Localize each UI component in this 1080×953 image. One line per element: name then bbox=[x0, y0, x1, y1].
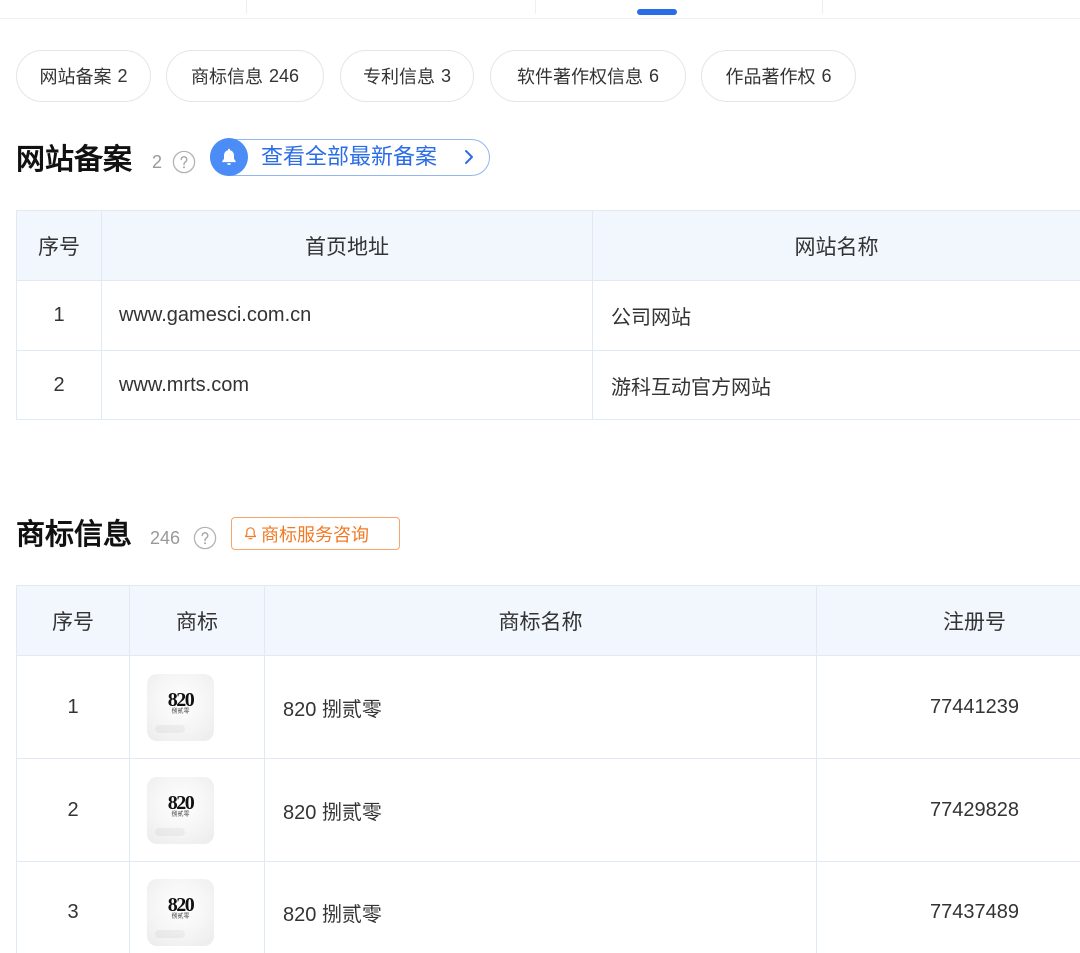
row-logo-cell: 820 捌贰零 bbox=[130, 759, 265, 861]
consult-label: 商标服务咨询 bbox=[261, 524, 369, 545]
trademark-consult-button[interactable]: 商标服务咨询 bbox=[231, 517, 400, 550]
chip-count: 246 bbox=[268, 65, 300, 86]
filter-chip-patent[interactable]: 专利信息 3 bbox=[340, 50, 474, 102]
row-reg-no: 77437489 bbox=[930, 900, 1019, 923]
filter-chip-software-copyright[interactable]: 软件著作权信息 6 bbox=[490, 50, 686, 102]
row-index: 2 bbox=[17, 759, 130, 861]
row-trademark-name: 820 捌贰零 bbox=[265, 656, 817, 758]
trademark-logo: 820 捌贰零 bbox=[147, 673, 214, 741]
chip-count: 6 bbox=[648, 65, 659, 86]
view-all-label: 查看全部最新备案 bbox=[261, 144, 438, 169]
table-row: 2 www.mrts.com 游科互动官方网站 bbox=[17, 351, 1080, 420]
tab-separator bbox=[822, 0, 823, 14]
row-homepage: www.gamesci.com.cn bbox=[102, 281, 593, 350]
header-homepage: 首页地址 bbox=[102, 211, 593, 280]
bell-icon bbox=[209, 137, 248, 176]
website-filing-title: 网站备案 bbox=[16, 144, 133, 176]
website-filing-count: 2 bbox=[152, 152, 163, 172]
table-header-row: 序号 首页地址 网站名称 bbox=[17, 211, 1080, 281]
tab-separator bbox=[535, 0, 536, 14]
row-index: 1 bbox=[17, 281, 102, 350]
trademark-logo: 820 捌贰零 bbox=[147, 776, 214, 844]
trademark-count: 246 bbox=[150, 528, 181, 548]
chip-label: 商标信息 bbox=[190, 67, 263, 87]
header-index: 序号 bbox=[17, 586, 130, 655]
logo-text: 820 bbox=[167, 791, 195, 814]
filter-chip-bar: 网站备案 2 商标信息 246 专利信息 3 软件著作权信息 6 作品著作权 6 bbox=[16, 50, 856, 102]
table-row: 1 820 捌贰零 820 捌贰零 77441239 bbox=[17, 656, 1080, 759]
bell-outline-icon bbox=[242, 525, 261, 542]
row-logo-cell: 820 捌贰零 bbox=[130, 862, 265, 953]
row-trademark-name: 820 捌贰零 bbox=[265, 759, 817, 861]
row-index: 2 bbox=[17, 351, 102, 419]
header-trademark-name: 商标名称 bbox=[265, 586, 817, 655]
chip-count: 6 bbox=[821, 65, 832, 86]
row-logo-cell: 820 捌贰零 bbox=[130, 656, 265, 758]
chip-label: 软件著作权信息 bbox=[516, 67, 643, 87]
question-circle-icon[interactable] bbox=[193, 526, 217, 550]
chip-label: 专利信息 bbox=[362, 67, 435, 87]
chip-count: 2 bbox=[117, 65, 128, 86]
table-row: 3 820 捌贰零 820 捌贰零 77437489 bbox=[17, 862, 1080, 953]
header-index: 序号 bbox=[17, 211, 102, 280]
row-reg-no: 77429828 bbox=[930, 798, 1019, 821]
trademark-logo: 820 捌贰零 bbox=[147, 878, 214, 946]
active-tab-indicator bbox=[637, 9, 677, 15]
filter-chip-trademark[interactable]: 商标信息 246 bbox=[166, 50, 324, 102]
table-row: 1 www.gamesci.com.cn 公司网站 bbox=[17, 281, 1080, 351]
trademark-title: 商标信息 bbox=[16, 519, 133, 551]
row-reg-no: 77441239 bbox=[930, 695, 1019, 718]
logo-text: 820 bbox=[167, 893, 195, 916]
chip-count: 3 bbox=[440, 65, 451, 86]
row-trademark-name: 820 捌贰零 bbox=[265, 862, 817, 953]
logo-subtext: 捌贰零 bbox=[171, 811, 190, 818]
question-circle-icon[interactable] bbox=[172, 150, 196, 174]
header-reg-no: 注册号 bbox=[943, 610, 1006, 634]
top-tab-strip bbox=[0, 0, 1080, 19]
tab-separator bbox=[246, 0, 247, 14]
website-filing-table: 序号 首页地址 网站名称 1 www.gamesci.com.cn 公司网站 2… bbox=[16, 210, 1080, 420]
header-logo: 商标 bbox=[130, 586, 265, 655]
header-site-name: 网站名称 bbox=[794, 235, 879, 259]
row-index: 1 bbox=[17, 656, 130, 758]
logo-text: 820 bbox=[167, 688, 195, 711]
chip-label: 网站备案 bbox=[39, 67, 112, 87]
filter-chip-work-copyright[interactable]: 作品著作权 6 bbox=[701, 50, 856, 102]
row-site-name: 游科互动官方网站 bbox=[611, 376, 771, 399]
chip-label: 作品著作权 bbox=[725, 67, 816, 87]
logo-subtext: 捌贰零 bbox=[171, 708, 190, 715]
trademark-table: 序号 商标 商标名称 注册号 1 820 捌贰零 820 捌贰零 7744123… bbox=[16, 585, 1080, 953]
row-index: 3 bbox=[17, 862, 130, 953]
chevron-right-icon bbox=[460, 148, 478, 166]
row-homepage: www.mrts.com bbox=[102, 351, 593, 419]
table-row: 2 820 捌贰零 820 捌贰零 77429828 bbox=[17, 759, 1080, 862]
view-all-filings-button[interactable]: 查看全部最新备案 bbox=[209, 137, 490, 176]
logo-subtext: 捌贰零 bbox=[171, 913, 190, 920]
row-site-name: 公司网站 bbox=[611, 307, 691, 329]
table-header-row: 序号 商标 商标名称 注册号 bbox=[17, 586, 1080, 656]
filter-chip-website-filing[interactable]: 网站备案 2 bbox=[16, 50, 151, 102]
